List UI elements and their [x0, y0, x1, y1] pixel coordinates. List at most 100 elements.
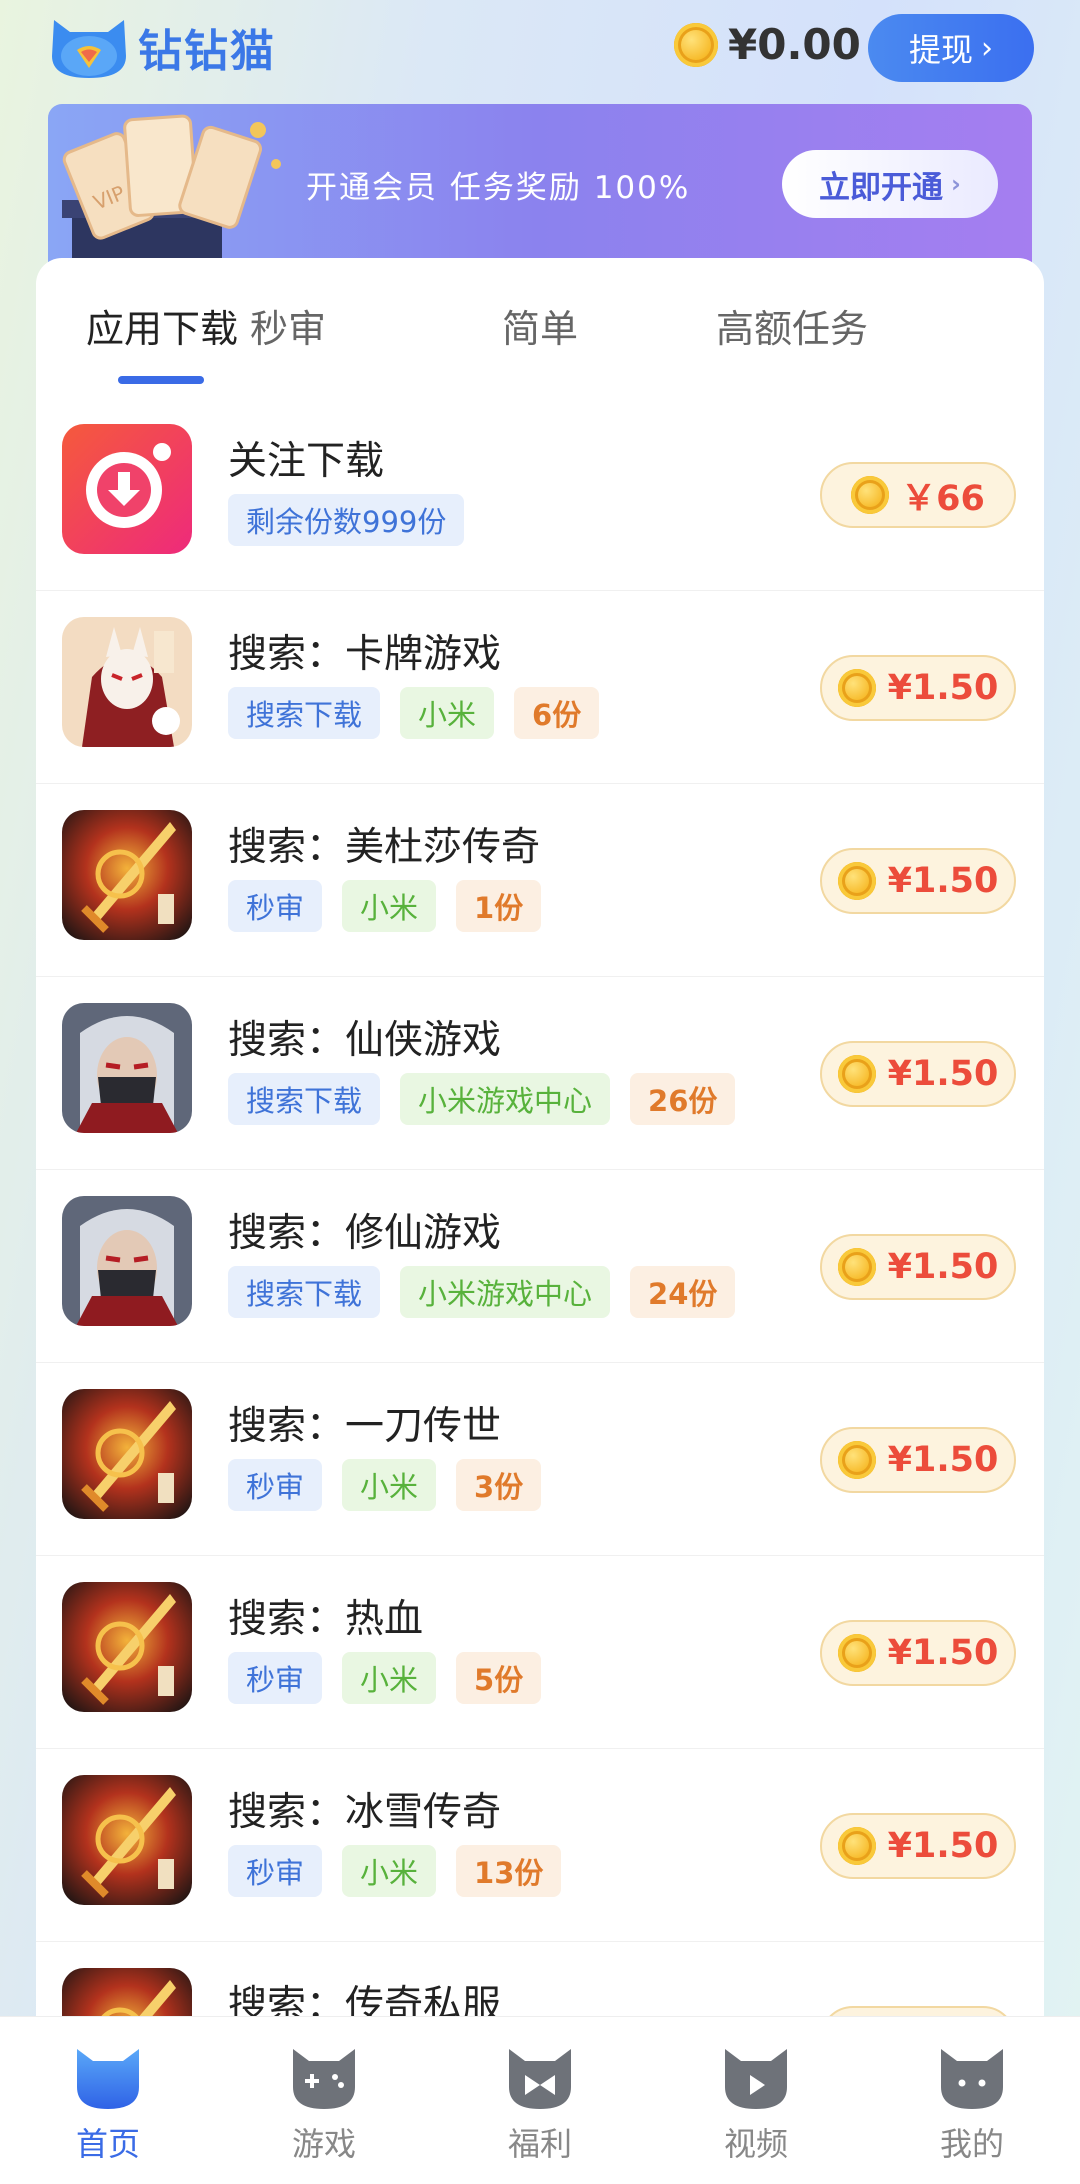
task-tag: 秒审	[228, 1459, 323, 1511]
balance-display: ¥0.00	[674, 20, 861, 69]
task-tag: 秒审	[228, 1652, 323, 1704]
withdraw-button[interactable]: 提现 ›	[868, 14, 1034, 82]
task-title: 搜索：美杜莎传奇	[228, 825, 541, 870]
legend-sword-icon	[62, 1775, 192, 1905]
task-title: 关注下载	[228, 439, 385, 484]
task-tag: 小米游戏中心	[400, 1073, 611, 1125]
video-icon	[725, 2049, 787, 2109]
task-tags: 秒审 小米 13份	[228, 1845, 581, 1897]
legend-sword-icon	[62, 1582, 192, 1712]
nav-welfare-label: 福利	[507, 2125, 572, 2163]
task-tags: 搜索下载 小米游戏中心 26份	[228, 1073, 755, 1125]
profile-icon	[941, 2049, 1003, 2109]
task-row[interactable]: 搜索：仙侠游戏 搜索下载 小米游戏中心 26份 ¥1.50	[36, 977, 1044, 1170]
task-tag: 1份	[456, 880, 542, 932]
task-card: 应用下载 秒审 简单 高额任务 关注下载 剩余份数999份 ￥66 搜索：卡牌游戏 搜索…	[36, 258, 1044, 2135]
banner-text: 开通会员 任务奖励 100%	[306, 170, 691, 206]
chevron-right-icon: ›	[951, 170, 961, 198]
nav-home[interactable]: 首页	[0, 2045, 216, 2165]
task-tags: 搜索下载 小米游戏中心 24份	[228, 1266, 755, 1318]
task-tag: 搜索下载	[228, 1073, 381, 1125]
task-tags: 秒审 小米 1份	[228, 880, 561, 932]
reward-amount: ¥1.50	[887, 1633, 999, 1673]
nav-profile-label: 我的	[939, 2125, 1004, 2163]
reward-amount: ￥66	[901, 478, 985, 519]
task-tag: 24份	[630, 1266, 736, 1318]
app-name: 钻钻猫	[138, 26, 276, 77]
reward-amount: ¥1.50	[887, 1247, 999, 1287]
task-row[interactable]: 搜索：修仙游戏搜索下载 小米游戏中心 24份 ¥1.50	[36, 1170, 1044, 1363]
task-row[interactable]: 搜索：一刀传世秒审 小米 3份 ¥1.50	[36, 1363, 1044, 1556]
task-row[interactable]: 搜索：热血秒审 小米 5份 ¥1.50	[36, 1556, 1044, 1749]
task-tag: 小米	[342, 1652, 437, 1704]
task-tag: 13份	[456, 1845, 562, 1897]
coin-icon	[837, 1827, 876, 1865]
reward-button[interactable]: ¥1.50	[820, 655, 1016, 721]
coin-icon	[837, 1055, 876, 1093]
legend-sword-icon	[62, 1389, 192, 1519]
coin-icon	[837, 669, 876, 707]
active-tab-indicator	[118, 376, 204, 384]
follow-download-icon	[62, 424, 192, 554]
tab-quick-review[interactable]: 秒审	[162, 298, 414, 353]
top-header: 钻钻猫 ¥0.00 提现 ›	[0, 0, 1080, 100]
nav-game-label: 游戏	[291, 2125, 356, 2163]
tab-high-reward[interactable]: 高额任务	[666, 298, 918, 353]
task-list: 关注下载 剩余份数999份 ￥66 搜索：卡牌游戏 搜索下载 小米 6份 ¥1.50 搜索：美杜…	[36, 398, 1044, 2135]
reward-button[interactable]: ¥1.50	[820, 1620, 1016, 1686]
task-row[interactable]: 搜索：冰雪传奇秒审 小米 13份 ¥1.50	[36, 1749, 1044, 1942]
nav-video-label: 视频	[723, 2125, 788, 2163]
coin-icon	[674, 22, 718, 67]
reward-button[interactable]: ¥1.50	[820, 1041, 1016, 1107]
reward-amount: ¥1.50	[887, 1440, 999, 1480]
masked-hero-icon	[62, 1003, 192, 1133]
task-title: 搜索：修仙游戏	[228, 1211, 502, 1256]
task-row[interactable]: 搜索：卡牌游戏 搜索下载 小米 6份 ¥1.50	[36, 591, 1044, 784]
reward-button[interactable]: ¥1.50	[820, 1813, 1016, 1879]
nav-profile[interactable]: 我的	[864, 2045, 1080, 2165]
withdraw-label: 提现	[908, 31, 973, 69]
coin-icon	[837, 1441, 876, 1479]
bottom-tab-bar: 首页 游戏 福利 视频 我的	[0, 2016, 1080, 2184]
legend-sword-icon	[62, 810, 192, 940]
reward-button[interactable]: ¥1.50	[820, 1427, 1016, 1493]
task-title: 搜索：冰雪传奇	[228, 1790, 502, 1835]
vip-banner[interactable]: VIP 开通会员 任务奖励 100% 立即开通 ›	[48, 104, 1032, 264]
chevron-right-icon: ›	[981, 30, 993, 66]
cat-logo-icon	[52, 20, 126, 78]
task-tag: 秒审	[228, 1845, 323, 1897]
nav-video[interactable]: 视频	[648, 2045, 864, 2165]
nav-home-label: 首页	[75, 2125, 140, 2163]
task-row[interactable]: 关注下载剩余份数999份 ￥66	[36, 398, 1044, 591]
category-tabs: 应用下载 秒审 简单 高额任务	[36, 258, 1044, 398]
task-tag: 小米	[342, 1459, 437, 1511]
task-tag: 小米	[342, 1845, 437, 1897]
task-tags: 剩余份数999份	[228, 494, 484, 546]
reward-button[interactable]: ￥66	[820, 462, 1016, 528]
task-tag: 搜索下载	[228, 687, 381, 739]
task-tag: 秒审	[228, 880, 323, 932]
task-title: 搜索：一刀传世	[228, 1404, 502, 1449]
reward-button[interactable]: ¥1.50	[820, 848, 1016, 914]
activate-vip-button[interactable]: 立即开通 ›	[782, 150, 998, 218]
reward-button[interactable]: ¥1.50	[820, 1234, 1016, 1300]
nav-welfare[interactable]: 福利	[432, 2045, 648, 2165]
task-tag: 搜索下载	[228, 1266, 381, 1318]
balance-amount: ¥0.00	[728, 20, 861, 69]
task-row[interactable]: 搜索：美杜莎传奇秒审 小米 1份 ¥1.50	[36, 784, 1044, 977]
tab-simple[interactable]: 简单	[414, 298, 666, 353]
activate-vip-label: 立即开通	[819, 169, 944, 206]
welfare-icon	[509, 2049, 571, 2109]
card-game-icon	[62, 617, 192, 747]
reward-amount: ¥1.50	[887, 668, 999, 708]
task-tags: 秒审 小米 3份	[228, 1459, 561, 1511]
task-title: 搜索：卡牌游戏	[228, 632, 502, 677]
app-logo: 钻钻猫	[48, 12, 276, 82]
home-icon	[77, 2049, 139, 2109]
coin-icon	[837, 1248, 876, 1286]
task-tag: 小米	[342, 880, 437, 932]
nav-game[interactable]: 游戏	[216, 2045, 432, 2165]
task-tag: 6份	[514, 687, 600, 739]
task-title: 搜索：热血	[228, 1597, 424, 1642]
task-tag: 5份	[456, 1652, 542, 1704]
